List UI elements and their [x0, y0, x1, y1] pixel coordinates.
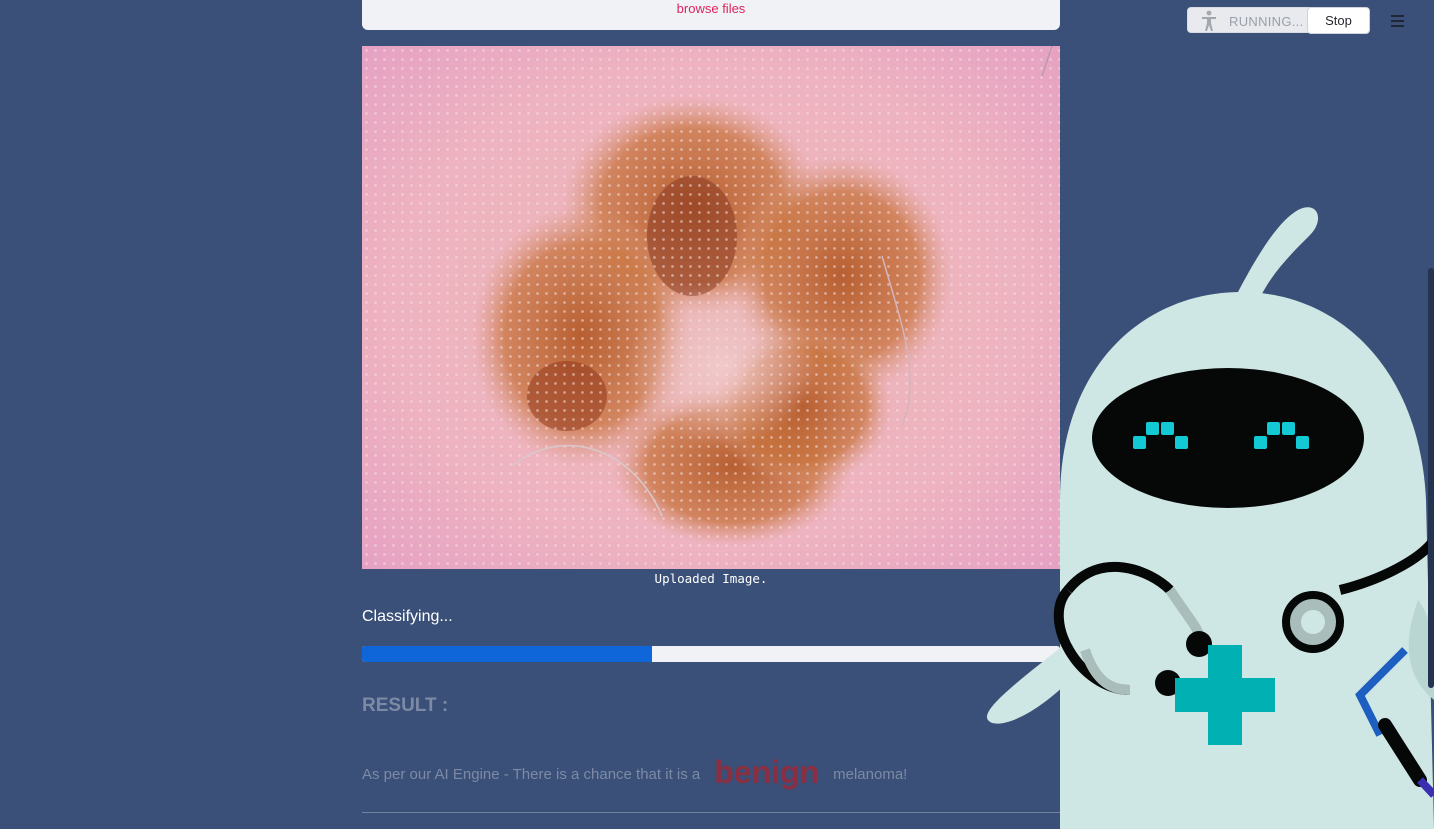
- uploaded-image: [362, 46, 1060, 569]
- progress-fill: [362, 646, 652, 662]
- result-heading: RESULT :: [362, 695, 449, 716]
- running-man-icon: [1202, 10, 1216, 31]
- result-verdict: benign: [714, 754, 820, 790]
- scrollbar[interactable]: [1428, 268, 1434, 688]
- running-indicator: RUNNING...: [1187, 7, 1327, 33]
- image-caption: Uploaded Image.: [654, 571, 768, 586]
- result-suffix: melanoma!: [833, 766, 908, 783]
- app-status-widget: RUNNING... Stop: [1187, 7, 1370, 34]
- classifying-label: Classifying...: [362, 608, 453, 625]
- doctor-robot-illustration: [986, 207, 1434, 829]
- progress-bar: [362, 646, 1060, 662]
- hamburger-menu-icon[interactable]: [1388, 10, 1408, 30]
- running-status-text: RUNNING...: [1229, 14, 1304, 29]
- file-uploader[interactable]: browse files: [362, 0, 1060, 30]
- divider: [362, 812, 1060, 813]
- result-text: As per our AI Engine - There is a chance…: [362, 750, 908, 790]
- result-prefix: As per our AI Engine - There is a chance…: [362, 766, 701, 783]
- stop-button[interactable]: Stop: [1307, 7, 1370, 34]
- browse-files-link[interactable]: browse files: [362, 1, 1060, 16]
